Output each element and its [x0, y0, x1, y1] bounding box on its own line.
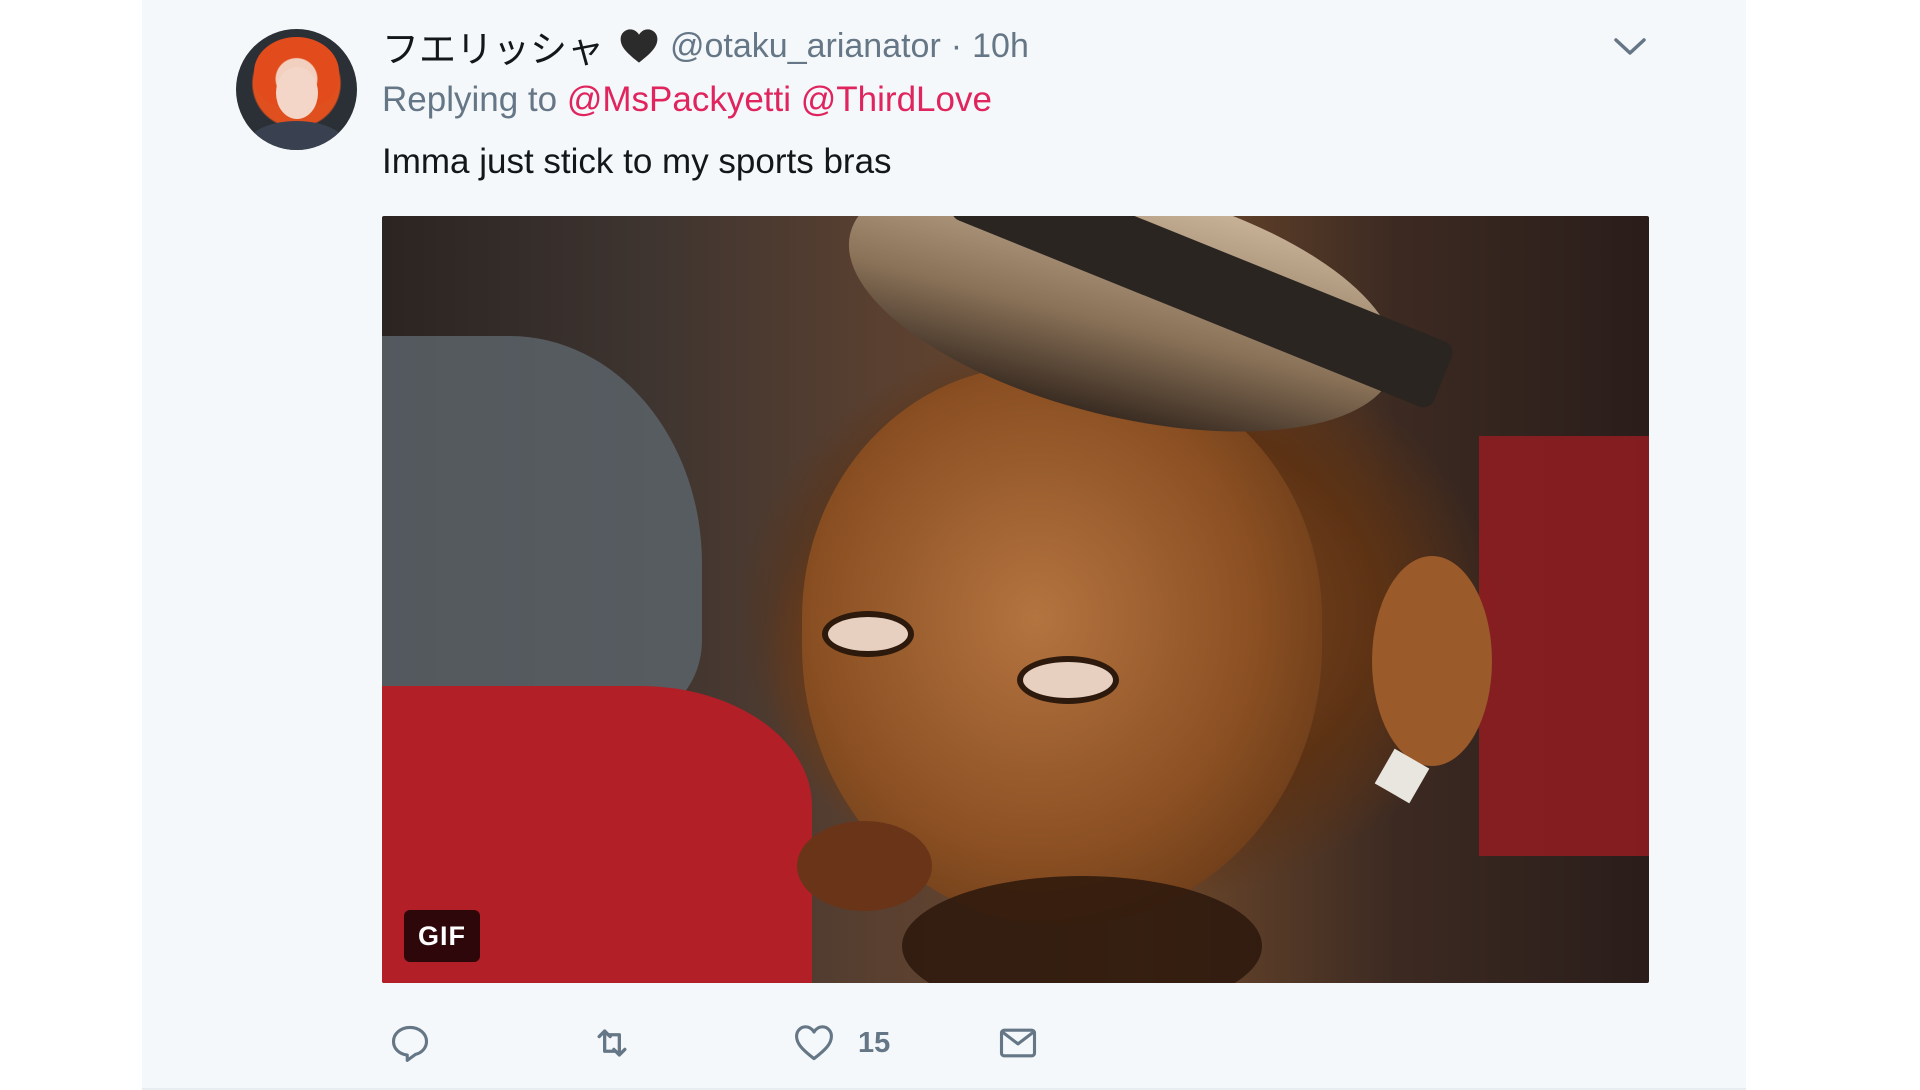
mention-link[interactable]: @ThirdLove: [801, 80, 992, 119]
media-eye: [1017, 656, 1119, 704]
avatar-body: [246, 121, 347, 150]
reply-icon: [391, 1025, 429, 1062]
avatar[interactable]: [236, 29, 357, 150]
tweet-text: Imma just stick to my sports bras: [382, 142, 892, 181]
display-name[interactable]: フエリッシャ: [382, 19, 604, 73]
gif-media[interactable]: [382, 216, 1649, 983]
media-eye: [822, 611, 914, 657]
reply-button[interactable]: [388, 1008, 432, 1078]
mention-link[interactable]: @MsPackyetti: [567, 80, 791, 119]
author-handle[interactable]: @otaku_arianator: [670, 27, 941, 66]
gif-badge: GIF: [404, 910, 480, 962]
retweet-button[interactable]: [590, 1008, 634, 1078]
media-ear: [1372, 556, 1492, 766]
tweet-timestamp[interactable]: 10h: [972, 27, 1029, 66]
avatar-face: [276, 67, 318, 119]
replying-to-label: Replying to: [382, 80, 558, 119]
black-heart-icon: [620, 29, 658, 63]
tweet-actions: 15: [382, 1008, 1082, 1078]
direct-message-button[interactable]: [996, 1008, 1040, 1078]
tweet-header: フエリッシャ @otaku_arianator · 10h: [382, 19, 1029, 73]
media-background-shape: [382, 336, 702, 716]
heart-outline-icon: [795, 1025, 833, 1061]
media-background-shape: [1479, 436, 1649, 856]
media-lips: [797, 821, 932, 911]
separator-dot: ·: [950, 26, 963, 65]
like-count: 15: [858, 1026, 891, 1059]
retweet-icon: [597, 1029, 627, 1057]
replying-to: Replying to @MsPackyetti @ThirdLove: [382, 80, 992, 120]
envelope-icon: [999, 1028, 1037, 1058]
like-button[interactable]: 15: [792, 1008, 890, 1078]
chevron-down-icon[interactable]: [1612, 32, 1648, 60]
